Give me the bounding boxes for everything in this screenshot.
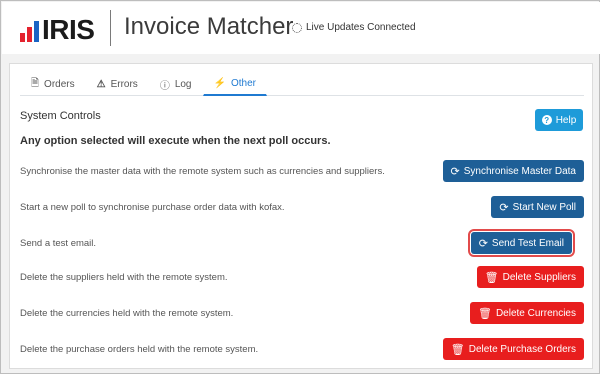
tab-orders[interactable]: 🗎 Orders <box>20 72 86 96</box>
info-icon: ⓘ <box>159 81 170 92</box>
button-label: Delete Suppliers <box>502 271 576 283</box>
logo-text: IRIS <box>42 14 95 45</box>
trash-icon: 🗑 <box>477 307 492 320</box>
delete-purchase-orders-button[interactable]: 🗑 Delete Purchase Orders <box>442 338 584 360</box>
button-label: Synchronise Master Data <box>463 165 576 177</box>
send-test-email-button[interactable]: ⟳ Send Test Email <box>467 229 576 257</box>
section-title: System Controls <box>20 110 101 122</box>
button-label: Send Test Email <box>491 237 564 249</box>
help-button-label: Help <box>555 114 577 126</box>
button-label: Delete Purchase Orders <box>468 343 576 355</box>
tab-label: Other <box>230 78 256 89</box>
row-description: Delete the suppliers held with the remot… <box>20 272 228 283</box>
control-row-poll: Start a new poll to synchronise purchase… <box>20 196 584 220</box>
warning-icon: ⚠ <box>96 79 106 90</box>
delete-suppliers-button[interactable]: 🗑 Delete Suppliers <box>476 266 584 288</box>
refresh-icon: ⟳ <box>450 165 460 178</box>
live-status: Live Updates Connected <box>292 22 416 33</box>
control-row-suppliers: Delete the suppliers held with the remot… <box>20 266 584 290</box>
document-icon: 🗎 <box>31 78 40 89</box>
tab-other[interactable]: ⚡ Other <box>202 72 267 96</box>
row-description: Send a test email. <box>20 238 97 249</box>
synchronise-master-data-button[interactable]: ⟳ Synchronise Master Data <box>442 160 584 182</box>
row-description: Delete the currencies held with the remo… <box>20 308 234 319</box>
control-row-orders: Delete the purchase orders held with the… <box>20 338 584 362</box>
tab-label: Log <box>174 79 192 90</box>
refresh-icon: ⟳ <box>478 237 488 250</box>
refresh-icon: ⟳ <box>499 201 509 214</box>
logo-bars-icon <box>20 18 39 42</box>
control-row-sync: Synchronise the master data with the rem… <box>20 160 584 184</box>
tab-log[interactable]: ⓘ Log <box>149 72 203 96</box>
app-header: IRIS Invoice Matcher Live Updates Connec… <box>2 2 600 54</box>
tab-bar: 🗎 Orders ⚠ Errors ⓘ Log ⚡ Other <box>20 72 584 96</box>
trash-icon: 🗑 <box>450 343 465 356</box>
row-description: Synchronise the master data with the rem… <box>20 166 385 177</box>
tab-label: Errors <box>110 79 138 90</box>
button-label: Start New Poll <box>512 201 576 213</box>
question-icon: ? <box>541 115 552 125</box>
main-panel: 🗎 Orders ⚠ Errors ⓘ Log ⚡ Other System C… <box>9 63 593 369</box>
spinner-icon <box>292 22 302 33</box>
delete-currencies-button[interactable]: 🗑 Delete Currencies <box>469 302 584 324</box>
bolt-icon: ⚡ <box>213 78 226 89</box>
help-button[interactable]: ? Help <box>535 109 583 131</box>
iris-logo: IRIS <box>20 14 95 45</box>
live-status-text: Live Updates Connected <box>306 22 416 33</box>
control-row-email: Send a test email. ⟳ Send Test Email <box>20 229 584 257</box>
row-description: Start a new poll to synchronise purchase… <box>20 202 285 213</box>
control-row-currencies: Delete the currencies held with the remo… <box>20 302 584 326</box>
app-window: IRIS Invoice Matcher Live Updates Connec… <box>0 0 600 374</box>
tab-label: Orders <box>44 79 75 90</box>
row-description: Delete the purchase orders held with the… <box>20 344 259 355</box>
start-new-poll-button[interactable]: ⟳ Start New Poll <box>491 196 584 218</box>
tab-errors[interactable]: ⚠ Errors <box>86 72 149 96</box>
app-title: Invoice Matcher <box>124 13 294 40</box>
header-divider <box>110 10 111 46</box>
button-label: Delete Currencies <box>495 307 576 319</box>
section-subtitle: Any option selected will execute when th… <box>20 135 331 147</box>
trash-icon: 🗑 <box>484 271 499 284</box>
